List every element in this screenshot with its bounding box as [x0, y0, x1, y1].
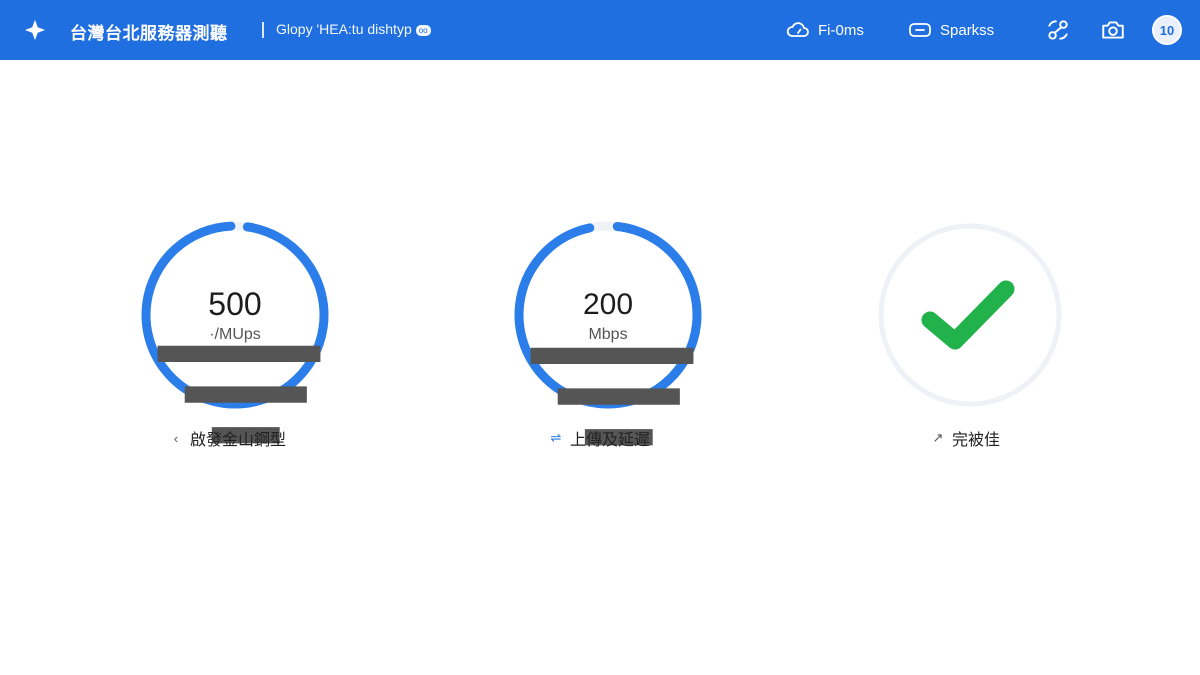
complete-label-text: 完被佳 [952, 432, 1001, 449]
top-bar: 台灣台北服務器測聽 Glopy 'HEA:tu dishtyp oo Fi-0ms… [0, 0, 1200, 60]
upload-unit: Mbps [588, 326, 628, 343]
camera-button[interactable] [1099, 16, 1127, 44]
toggle-icon [909, 23, 931, 37]
download-label-text: 啟發金山鋼型 [190, 432, 287, 449]
server-label: Sparkss [940, 21, 995, 39]
server-status[interactable]: Sparkss [908, 18, 994, 42]
subtitle-badge: oo [415, 24, 431, 36]
download-unit: ·/MUps [209, 326, 261, 343]
upload-label-text: 上傳及延遲 [570, 432, 651, 449]
checkmark-icon [921, 280, 1015, 350]
complete-ring [878, 223, 1062, 407]
swap-lines-icon: ⇌ [550, 430, 562, 445]
share-button[interactable] [1044, 16, 1072, 44]
user-avatar[interactable]: 10 [1152, 15, 1182, 45]
ping-status[interactable]: Fi-0ms [786, 18, 864, 42]
server-subtitle: Glopy 'HEA:tu dishtyp oo [276, 21, 431, 37]
complete-label: ↗ 完被佳 [932, 426, 1000, 450]
sparkle-logo-icon [24, 19, 46, 41]
upload-gauge: 200 Mbps [513, 220, 703, 446]
share-link-icon [1048, 20, 1068, 40]
upload-label: ⇌ 上傳及延遲 [550, 426, 650, 450]
chevron-left-icon: ‹ [173, 430, 179, 446]
ping-label: Fi-0ms [818, 21, 864, 39]
app-title: 台灣台北服務器測聽 [70, 24, 228, 43]
subtitle-text: Glopy 'HEA:tu dishtyp [276, 21, 412, 37]
cloud-gauge-icon [786, 22, 809, 37]
upload-value: 200 [513, 288, 703, 446]
arrow-icon: ↗ [932, 430, 944, 445]
title-divider [262, 22, 264, 38]
download-gauge: 500 ·/MUps [140, 220, 330, 444]
download-label: ‹ 啟發金山鋼型 [170, 426, 286, 450]
download-value: 500 [140, 286, 330, 444]
complete-gauge [875, 220, 1065, 410]
camera-icon [1102, 21, 1124, 39]
